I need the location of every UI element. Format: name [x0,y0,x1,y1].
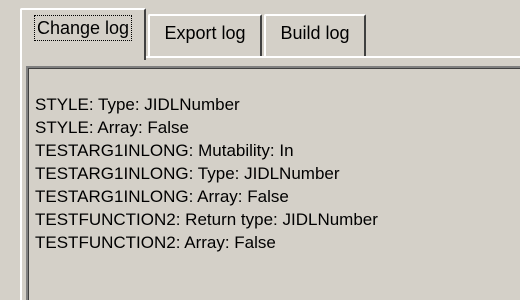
tab-change-log-label: Change log [33,15,133,41]
change-log-textbox-frame: STYLE: Type: JIDLNumber STYLE: Array: Fa… [28,68,520,300]
tab-export-log[interactable]: Export log [148,14,262,58]
tab-export-log-label: Export log [164,23,246,43]
log-line: TESTFUNCTION2: Return type: JIDLNumber [35,210,378,229]
log-line: STYLE: Type: JIDLNumber [35,95,240,114]
log-line: TESTARG1INLONG: Array: False [35,187,289,206]
change-log-lines: STYLE: Type: JIDLNumber STYLE: Array: Fa… [35,93,378,254]
log-line: TESTFUNCTION2: Array: False [35,233,276,252]
tab-change-log[interactable]: Change log [20,8,146,60]
log-tabstrip: Change log Export log Build log [0,0,520,60]
tab-build-log[interactable]: Build log [264,14,366,58]
log-line: TESTARG1INLONG: Type: JIDLNumber [35,164,340,183]
tab-build-log-label: Build log [280,23,350,43]
log-line: STYLE: Array: False [35,118,189,137]
change-log-textbox[interactable]: STYLE: Type: JIDLNumber STYLE: Array: Fa… [26,66,520,300]
log-line: TESTARG1INLONG: Mutability: In [35,141,294,160]
